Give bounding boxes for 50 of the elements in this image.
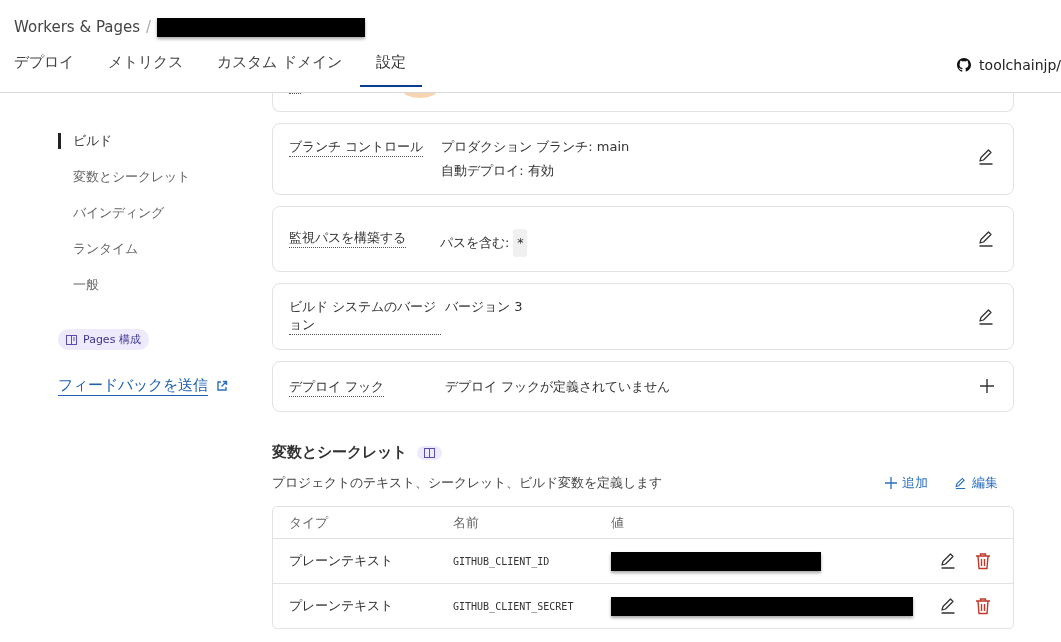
book-icon bbox=[66, 334, 77, 345]
feedback-link[interactable]: フィードバックを送信 bbox=[58, 376, 208, 396]
edit-icon[interactable] bbox=[977, 148, 995, 166]
setting-label: デプロイ フック bbox=[289, 378, 385, 397]
tab[interactable]: カスタム ドメイン bbox=[201, 53, 358, 87]
setting-value: プロダクション ブランチ: main bbox=[441, 138, 630, 156]
sidebar-item[interactable]: 変数とシークレット bbox=[58, 169, 272, 205]
sidebar-item[interactable]: ランタイム bbox=[58, 241, 272, 277]
sidebar-item[interactable]: バインディング bbox=[58, 205, 272, 241]
add-button[interactable]: 追加 bbox=[885, 474, 928, 492]
setting-label: ブランチ コントロール bbox=[289, 138, 424, 157]
trash-icon[interactable] bbox=[975, 597, 991, 615]
column-header: 名前 bbox=[453, 513, 480, 532]
column-header: タイプ bbox=[289, 513, 330, 532]
sidebar-item[interactable]: ビルド bbox=[58, 133, 272, 149]
sidebar-item[interactable]: 一般 bbox=[58, 277, 272, 313]
plus-icon bbox=[885, 477, 897, 489]
breadcrumb-separator: / bbox=[146, 18, 152, 36]
docs-badge[interactable]: Pages 構成 bbox=[58, 329, 149, 350]
code-chip: * bbox=[513, 229, 528, 257]
setting-value: パスを含む: bbox=[440, 234, 510, 252]
setting-value: バージョン 3 bbox=[445, 298, 523, 316]
github-icon bbox=[957, 58, 972, 72]
table-cell-text: プレーンテキスト bbox=[289, 552, 394, 570]
docs-badge[interactable] bbox=[417, 445, 442, 460]
edit-icon[interactable] bbox=[939, 552, 957, 570]
setting-value: 自動デプロイ: 有効 bbox=[441, 162, 554, 180]
breadcrumb-link[interactable]: Workers & Pages bbox=[14, 18, 141, 36]
section-title: 変数とシークレット bbox=[272, 443, 407, 462]
edit-icon bbox=[954, 476, 967, 490]
section-description: プロジェクトのテキスト、シークレット、ビルド変数を定義します bbox=[272, 474, 662, 492]
setting-value: デプロイ フックが定義されていません bbox=[445, 378, 671, 396]
edit-button[interactable]: 編集 bbox=[954, 474, 998, 492]
plus-icon[interactable] bbox=[979, 377, 995, 394]
tab[interactable]: デプロイ bbox=[14, 53, 90, 87]
tab[interactable]: メトリクス bbox=[92, 53, 199, 87]
edit-icon[interactable] bbox=[939, 597, 957, 615]
external-link-icon bbox=[216, 380, 228, 392]
repository-link[interactable]: toolchainjp/ bbox=[979, 57, 1061, 73]
edit-icon[interactable] bbox=[977, 230, 995, 248]
column-header: 値 bbox=[611, 513, 624, 532]
table-cell-text: GITHUB_CLIENT_SECRET bbox=[453, 600, 575, 612]
badge-label: Pages 構成 bbox=[83, 332, 141, 347]
table-cell-text: プレーンテキスト bbox=[289, 597, 394, 615]
setting-label: 監視パスを構築する bbox=[289, 229, 406, 248]
table-cell-text: GITHUB_CLIENT_ID bbox=[453, 555, 551, 567]
trash-icon[interactable] bbox=[975, 552, 991, 570]
tab[interactable]: 設定 bbox=[359, 53, 422, 87]
setting-label: ビルド システムのバージョン bbox=[289, 298, 441, 335]
edit-icon[interactable] bbox=[977, 307, 995, 326]
